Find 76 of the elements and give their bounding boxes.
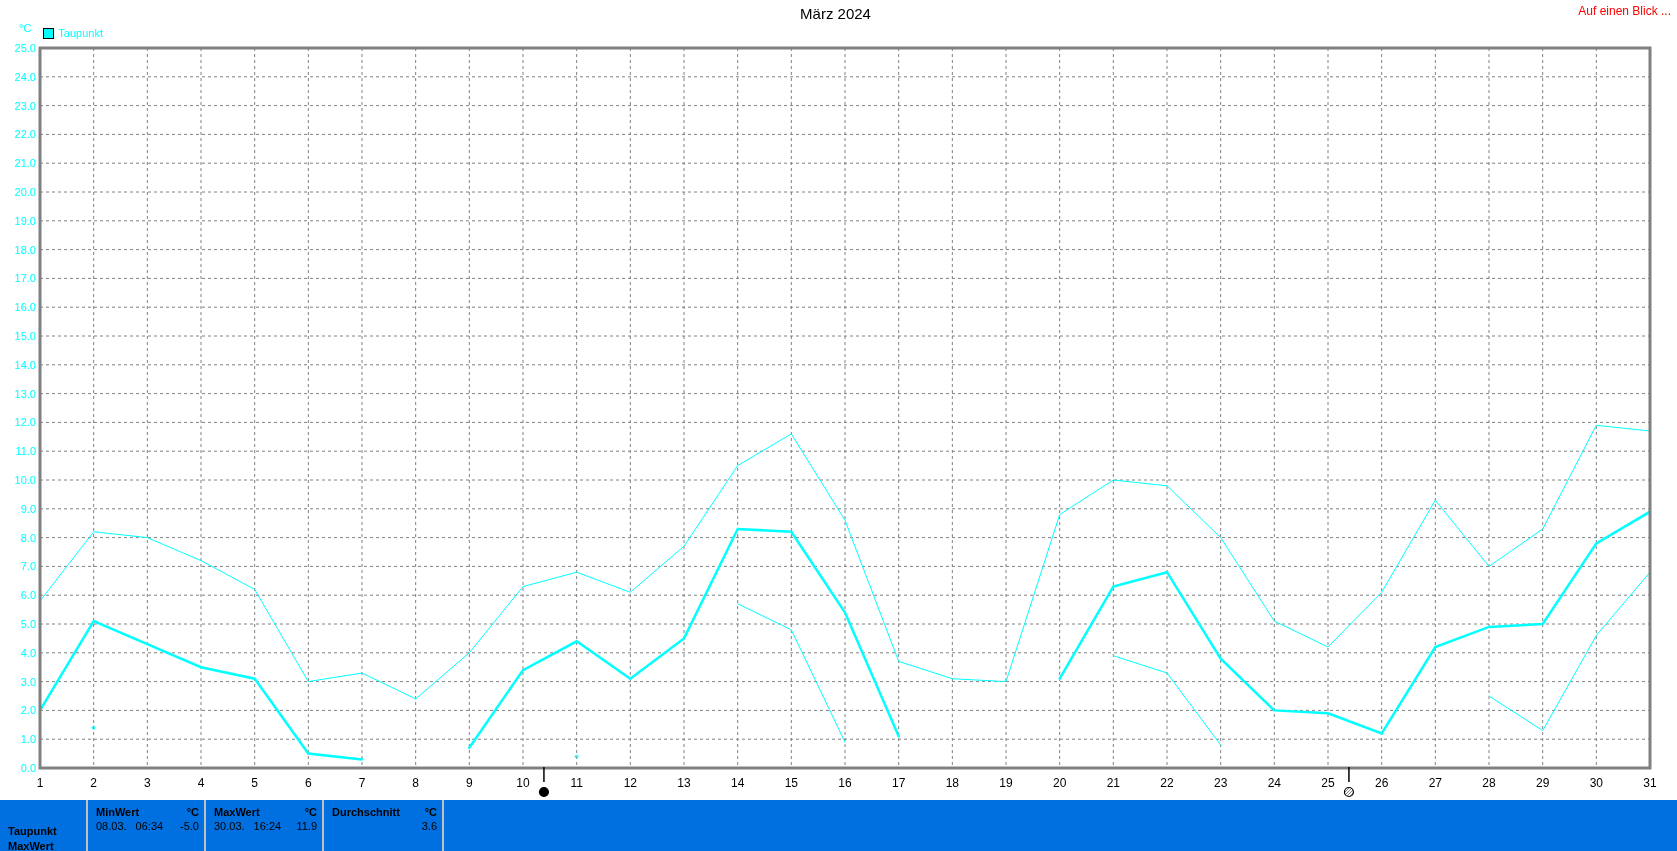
axis-label: 3 xyxy=(144,776,151,790)
axis-label: 27 xyxy=(1428,776,1442,790)
axis-label: 8 xyxy=(412,776,419,790)
time-text: 06:34 xyxy=(135,820,164,832)
axis-label: 13.0 xyxy=(14,387,36,400)
axis-label: 12.0 xyxy=(14,416,36,429)
axis-label: 25 xyxy=(1321,776,1335,790)
axis-label: 17 xyxy=(892,776,906,790)
axis-label: 25.0 xyxy=(14,42,36,54)
date-text: 08.03. xyxy=(96,820,127,832)
axis-label: 4.0 xyxy=(20,646,36,659)
axis-label: 23.0 xyxy=(14,99,36,112)
axis-label: 2 xyxy=(90,776,97,790)
axis-label: 9.0 xyxy=(20,502,36,515)
value-text: 3.6 xyxy=(421,820,437,832)
overview-link[interactable]: Auf einen Blick ... xyxy=(1578,4,1671,18)
value-text: -5.0 xyxy=(180,820,199,832)
unit-label: °C xyxy=(186,806,199,818)
axis-label: 16.0 xyxy=(14,301,36,314)
axis-label: 11 xyxy=(570,776,583,790)
axis-label: 28 xyxy=(1482,776,1496,790)
axis-label: 9 xyxy=(466,776,473,790)
axis-label: 7.0 xyxy=(20,560,36,573)
axis-label: 26 xyxy=(1375,776,1389,790)
row-label: MaxWert xyxy=(8,839,55,851)
axis-label: 23 xyxy=(1214,776,1228,790)
date-text: 30.03. xyxy=(214,820,245,832)
axis-label: 3.0 xyxy=(20,675,36,688)
axis-label: 22.0 xyxy=(14,128,36,141)
axis-label: 0.0 xyxy=(20,762,36,774)
axis-label: 10.0 xyxy=(14,474,36,486)
axis-label: 30 xyxy=(1589,776,1603,790)
unit-label: °C xyxy=(424,806,437,818)
row-label: Taupunkt xyxy=(8,824,58,839)
axis-label: 4 xyxy=(197,776,205,790)
column-header: Durchschnitt xyxy=(332,806,400,818)
column-header: MinWert xyxy=(96,806,140,818)
axis-label: 17.0 xyxy=(14,272,36,285)
unit-label: °C xyxy=(304,806,317,818)
axis-label: 14.0 xyxy=(14,358,36,371)
axis-label: 24 xyxy=(1267,776,1281,790)
axis-label: 16 xyxy=(838,776,852,790)
axis-label: 20.0 xyxy=(14,186,36,198)
axis-label: 11.0 xyxy=(15,445,36,458)
chart-title: März 2024 xyxy=(800,4,871,22)
axis-label: 6.0 xyxy=(20,589,36,602)
axis-label: 29 xyxy=(1536,776,1550,790)
column-header: MaxWert xyxy=(214,806,260,818)
axis-label: 19 xyxy=(999,776,1013,790)
time-text: 16:24 xyxy=(253,820,282,832)
axis-label: 15.0 xyxy=(14,330,36,342)
axis-label: 19.0 xyxy=(14,214,36,227)
axis-label: 14 xyxy=(731,776,745,790)
axis-label: 7 xyxy=(358,776,366,790)
axis-label: 18.0 xyxy=(14,243,36,256)
axis-label: 21 xyxy=(1106,776,1120,790)
value-text: 11.9 xyxy=(296,820,317,832)
axis-label: 5 xyxy=(251,776,258,790)
axis-label: 10 xyxy=(516,776,530,790)
axis-label: 15 xyxy=(784,776,798,790)
axis-label: 2.0 xyxy=(20,704,36,717)
axis-label: 12 xyxy=(623,776,637,790)
axis-label: 6 xyxy=(305,776,312,790)
axis-label: 8.0 xyxy=(20,531,36,544)
axis-label: 13 xyxy=(677,776,691,790)
axis-label: 1 xyxy=(36,776,44,790)
axis-label: 18 xyxy=(945,776,959,790)
axis-label: 22 xyxy=(1160,776,1174,790)
axis-label: 31 xyxy=(1643,776,1657,790)
axis-label: 24.0 xyxy=(14,70,36,83)
axis-label: 5.0 xyxy=(20,618,36,630)
axis-label: 21.0 xyxy=(14,157,36,170)
axis-label: 1.0 xyxy=(20,733,36,746)
axis-unit: °C xyxy=(19,22,32,34)
axis-label: 20 xyxy=(1053,776,1067,790)
legend-label: Taupunkt xyxy=(58,27,103,39)
